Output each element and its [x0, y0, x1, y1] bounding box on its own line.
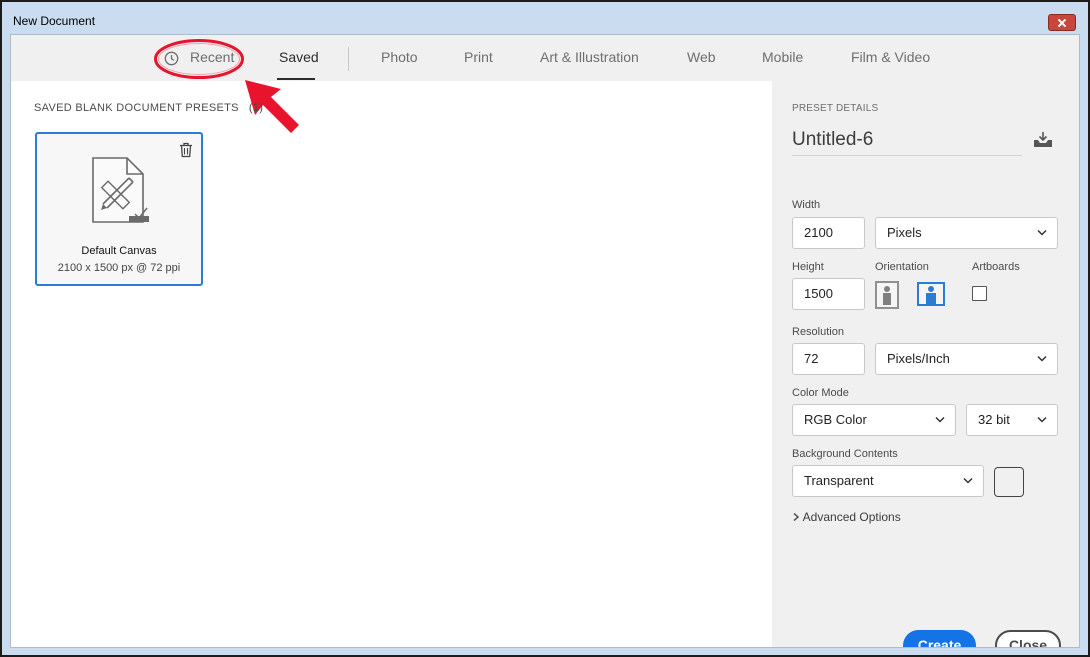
- background-contents-value: Transparent: [804, 473, 874, 488]
- chevron-down-icon: [935, 416, 945, 423]
- landscape-person-icon: [926, 286, 936, 304]
- background-contents-select[interactable]: Transparent: [792, 465, 984, 497]
- artboards-label: Artboards: [972, 261, 1020, 273]
- create-button[interactable]: Create: [903, 630, 976, 647]
- width-input[interactable]: 2100: [792, 217, 865, 249]
- color-mode-select[interactable]: RGB Color: [792, 404, 956, 436]
- tab-photo[interactable]: Photo: [381, 49, 418, 65]
- close-button[interactable]: Close: [995, 630, 1061, 647]
- chevron-down-icon: [1037, 416, 1047, 423]
- color-mode-label: Color Mode: [792, 387, 849, 399]
- tab-divider: [348, 47, 349, 71]
- tab-web[interactable]: Web: [687, 49, 716, 65]
- width-label: Width: [792, 199, 821, 211]
- color-mode-value: RGB Color: [804, 412, 867, 427]
- tab-mobile[interactable]: Mobile: [762, 49, 803, 65]
- background-contents-label: Background Contents: [792, 448, 898, 460]
- presets-heading: SAVED BLANK DOCUMENT PRESETS (1): [34, 102, 263, 114]
- advanced-options-toggle[interactable]: Advanced Options: [792, 510, 901, 524]
- tab-film-video[interactable]: Film & Video: [851, 49, 930, 65]
- resolution-label: Resolution: [792, 326, 844, 338]
- height-input[interactable]: 1500: [792, 278, 865, 310]
- bit-depth-value: 32 bit: [978, 412, 1010, 427]
- chevron-down-icon: [1037, 229, 1047, 236]
- preset-size: 2100 x 1500 px @ 72 ppi: [57, 262, 181, 274]
- dialog-content: Recent Saved Photo Print Art & Illustrat…: [10, 34, 1080, 648]
- width-unit-select[interactable]: Pixels: [875, 217, 1058, 249]
- resolution-unit-value: Pixels/Inch: [887, 351, 950, 366]
- window-title: New Document: [13, 14, 96, 28]
- tab-art-illustration[interactable]: Art & Illustration: [540, 49, 639, 65]
- preset-card-default-canvas[interactable]: Default Canvas 2100 x 1500 px @ 72 ppi: [35, 132, 203, 286]
- window-close-icon[interactable]: [1048, 14, 1076, 31]
- artboards-checkbox[interactable]: [972, 286, 987, 301]
- trash-icon[interactable]: [179, 142, 193, 158]
- resolution-input[interactable]: 72: [792, 343, 865, 375]
- tab-saved[interactable]: Saved: [279, 49, 319, 65]
- orientation-label: Orientation: [875, 261, 929, 273]
- document-name-field[interactable]: Untitled-6: [792, 129, 873, 151]
- save-preset-icon[interactable]: [1033, 131, 1053, 148]
- landscape-orientation-button[interactable]: [917, 282, 945, 306]
- preset-details-heading: PRESET DETAILS: [792, 103, 879, 114]
- title-bar: New Document: [2, 2, 1088, 34]
- presets-heading-text: SAVED BLANK DOCUMENT PRESETS: [34, 102, 239, 114]
- document-art-icon: [92, 157, 149, 223]
- advanced-options-label: Advanced Options: [802, 510, 901, 524]
- height-label: Height: [792, 261, 824, 273]
- annotation-ellipse: [154, 39, 244, 79]
- chevron-down-icon: [963, 477, 973, 484]
- resolution-unit-select[interactable]: Pixels/Inch: [875, 343, 1058, 375]
- portrait-orientation-button[interactable]: [875, 281, 899, 309]
- chevron-down-icon: [1037, 355, 1047, 362]
- preset-details-panel: PRESET DETAILS Untitled-6 Width 2100 Pix…: [772, 81, 1079, 647]
- chevron-right-icon: [793, 512, 800, 522]
- portrait-person-icon: [883, 286, 891, 305]
- preset-name: Default Canvas: [81, 245, 157, 257]
- bit-depth-select[interactable]: 32 bit: [966, 404, 1058, 436]
- presets-count: (1): [248, 102, 264, 114]
- background-color-swatch[interactable]: [994, 467, 1024, 497]
- new-document-window: New Document Recent Saved Photo Print Ar…: [0, 0, 1090, 657]
- name-underline: [792, 155, 1022, 156]
- tab-print[interactable]: Print: [464, 49, 493, 65]
- width-unit-value: Pixels: [887, 225, 922, 240]
